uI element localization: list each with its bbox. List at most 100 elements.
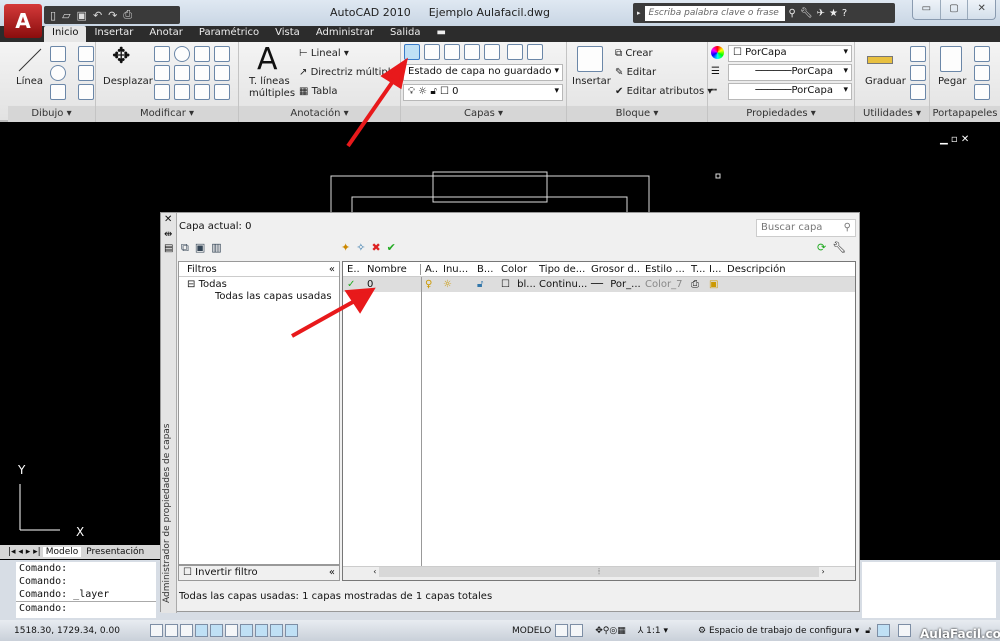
layer-freeze-icon[interactable]: [507, 44, 523, 60]
multiline-text-icon[interactable]: A: [257, 42, 278, 77]
col-activada[interactable]: A..: [421, 264, 439, 275]
invert-filter-checkbox[interactable]: ☐: [183, 567, 192, 578]
directriz-button[interactable]: ↗ Directriz múltiple: [299, 67, 397, 78]
editar-atributos-button[interactable]: ✔ Editar atributos ▾: [615, 86, 712, 97]
offset-icon[interactable]: [214, 46, 230, 62]
lock-icon[interactable]: 🔓︎: [865, 626, 871, 636]
coordinates-readout[interactable]: 1518.30, 1729.34, 0.00: [0, 626, 150, 636]
explode-icon[interactable]: [174, 84, 190, 100]
search-input[interactable]: Escriba palabra clave o frase: [644, 5, 785, 21]
delete-layer-icon[interactable]: ✖: [371, 241, 380, 254]
dyn-toggle[interactable]: [270, 624, 283, 637]
group-filter-icon[interactable]: ▣: [195, 241, 205, 255]
panel-title-dibujo[interactable]: Dibujo ▾: [8, 106, 95, 122]
lineal-button[interactable]: ⊢ Lineal ▾: [299, 48, 349, 59]
tab-nav-arrows[interactable]: |◂ ◂ ▸ ▸|: [8, 547, 41, 557]
linea-button[interactable]: Línea: [16, 76, 43, 87]
stretch-icon[interactable]: [174, 65, 190, 81]
polyline-edit-icon[interactable]: [78, 46, 94, 62]
tab-parametrico[interactable]: Paramétrico: [191, 26, 267, 42]
fillet-icon[interactable]: [214, 84, 230, 100]
editar-button[interactable]: ✎ Editar: [615, 67, 656, 78]
scale-icon[interactable]: [154, 65, 170, 81]
cell-nombre[interactable]: 0: [363, 279, 421, 290]
rectangle-icon[interactable]: [78, 65, 94, 81]
lineweight-select[interactable]: ──────PorCapa: [728, 64, 852, 81]
layer-states-manager-icon[interactable]: ▥: [211, 241, 221, 255]
panel-title-capas[interactable]: Capas ▾: [401, 106, 566, 122]
layer-unisolate-icon[interactable]: [464, 44, 480, 60]
close-button[interactable]: ✕: [968, 0, 995, 19]
print-icon[interactable]: ⎙: [123, 8, 132, 22]
tab-anotar[interactable]: Anotar: [141, 26, 190, 42]
mtext-button[interactable]: T. líneas: [249, 76, 290, 87]
printer-icon[interactable]: ⎙: [687, 279, 705, 290]
new-layer-vp-frozen-icon[interactable]: ✧: [356, 241, 365, 254]
panel-title-utilidades[interactable]: Utilidades ▾: [855, 106, 929, 122]
tab-inicio[interactable]: Inicio: [44, 26, 87, 42]
new-filter-icon[interactable]: ⧉: [181, 241, 189, 255]
desplazar-button[interactable]: Desplazar: [103, 76, 153, 87]
undo-icon[interactable]: ↶: [93, 9, 102, 22]
rotate-icon[interactable]: [174, 46, 190, 62]
minimize-button[interactable]: ▭: [913, 0, 941, 19]
star-icon[interactable]: ★: [829, 8, 838, 19]
layer-state-icon[interactable]: [424, 44, 440, 60]
tab-administrar[interactable]: Administrar: [308, 26, 382, 42]
lightbulb-icon[interactable]: ♀: [421, 279, 439, 290]
workspace-switch[interactable]: ⚙ Espacio de trabajo de configura ▾: [698, 626, 859, 636]
cell-color[interactable]: ☐ bl...: [497, 279, 535, 290]
layer-search-input[interactable]: Buscar capa ⚲: [756, 219, 856, 237]
command-input[interactable]: Comando:: [16, 601, 156, 614]
color-select[interactable]: ☐ PorCapa: [728, 45, 852, 62]
col-trazar[interactable]: T...: [687, 264, 705, 275]
polar-toggle[interactable]: [195, 624, 208, 637]
panel-title-modificar[interactable]: Modificar ▾: [96, 106, 238, 122]
col-nombre[interactable]: Nombre: [363, 263, 421, 275]
pegar-button[interactable]: Pegar: [938, 76, 966, 87]
hardware-acceleration-icon[interactable]: [877, 624, 891, 637]
layer-properties-icon[interactable]: [404, 44, 420, 60]
collapse-icon[interactable]: «: [329, 567, 335, 578]
open-icon[interactable]: ▱: [62, 9, 70, 22]
pan-icon[interactable]: ✥: [595, 626, 603, 636]
panel-title-anotacion[interactable]: Anotación ▾: [239, 106, 400, 122]
ortho-toggle[interactable]: [180, 624, 193, 637]
panel-title-propiedades[interactable]: Propiedades ▾: [708, 106, 854, 122]
cut-icon[interactable]: [974, 46, 990, 62]
layer-state-select[interactable]: Estado de capa no guardado: [403, 64, 563, 81]
layer-lock-icon[interactable]: [527, 44, 543, 60]
unlock-icon[interactable]: 🔓︎: [473, 279, 497, 290]
new-icon[interactable]: ▯: [50, 9, 56, 22]
measure-icon[interactable]: [867, 56, 893, 64]
collapse-filters-icon[interactable]: «: [325, 264, 339, 275]
paste-icon[interactable]: [940, 46, 962, 72]
settings-icon[interactable]: 🔧︎: [832, 241, 846, 254]
autohide-icon[interactable]: ⇹: [164, 229, 172, 240]
mirror-icon[interactable]: [194, 65, 210, 81]
binoculars-icon[interactable]: ⚲: [789, 8, 796, 19]
sun-icon[interactable]: ☼: [439, 279, 473, 290]
graduar-button[interactable]: Graduar: [865, 76, 906, 87]
annotation-scale[interactable]: ⅄ 1:1 ▾: [638, 626, 668, 636]
ducs-toggle[interactable]: [255, 624, 268, 637]
crear-button[interactable]: ⧉ Crear: [615, 48, 653, 59]
application-menu-button[interactable]: A: [4, 4, 42, 38]
col-inutilizar[interactable]: Inu...: [439, 264, 473, 275]
polyline-icon[interactable]: [50, 46, 66, 62]
copy-clip-icon[interactable]: [974, 65, 990, 81]
clean-screen-icon[interactable]: [898, 624, 912, 637]
layout-view-icon[interactable]: [555, 624, 569, 637]
table-row[interactable]: ✓ 0 ♀ ☼ 🔓︎ ☐ bl... Continu... ── Por_...…: [343, 277, 855, 292]
set-current-icon[interactable]: ✔: [387, 241, 396, 254]
col-tipo[interactable]: Tipo de...: [535, 264, 587, 275]
layer-iso-icon[interactable]: [444, 44, 460, 60]
panel-title-bloque[interactable]: Bloque ▾: [567, 106, 707, 122]
close-palette-icon[interactable]: ✕: [164, 214, 172, 225]
steering-wheel-icon[interactable]: ◎: [609, 626, 617, 636]
tab-vista[interactable]: Vista: [267, 26, 308, 42]
tree-item-used[interactable]: Todas las capas usadas: [179, 290, 339, 302]
osnap-toggle[interactable]: [210, 624, 223, 637]
refresh-icon[interactable]: ⟳: [817, 241, 826, 254]
showmotion-icon[interactable]: ▦: [617, 626, 626, 636]
